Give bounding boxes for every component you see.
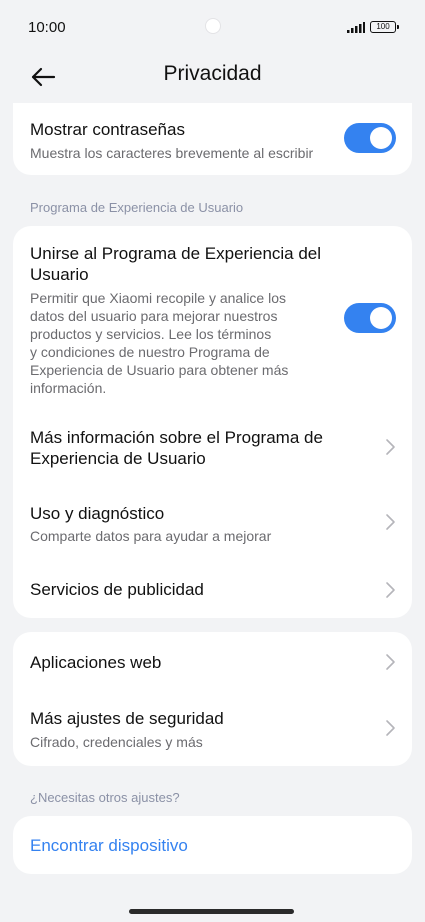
usage-diagnostics-title: Uso y diagnóstico <box>30 504 165 523</box>
signal-icon <box>347 22 365 33</box>
find-device-link[interactable]: Encontrar dispositivo <box>30 836 188 856</box>
join-program-desc-line2: datos del usuario para mejorar nuestros <box>30 308 278 324</box>
misc-card: Aplicaciones web Más ajustes de segurida… <box>13 632 412 766</box>
join-program-title-line2: Usuario <box>30 265 89 284</box>
ad-services-title: Servicios de publicidad <box>30 580 204 599</box>
show-passwords-title: Mostrar contraseñas <box>30 120 185 139</box>
join-program-row[interactable]: Unirse al Programa de Experiencia del Us… <box>13 226 412 402</box>
join-program-desc-line3: productos y servicios. Lee los términos <box>30 326 272 342</box>
chevron-right-icon <box>386 720 395 736</box>
chevron-right-icon <box>386 582 395 598</box>
program-card: Unirse al Programa de Experiencia del Us… <box>13 226 412 618</box>
battery-icon: 100 <box>370 21 399 33</box>
more-security-title: Más ajustes de seguridad <box>30 709 224 728</box>
more-security-subtitle: Cifrado, credenciales y más <box>30 734 203 750</box>
join-program-toggle[interactable] <box>344 303 396 333</box>
join-program-desc-line1: Permitir que Xiaomi recopile y analice l… <box>30 290 286 306</box>
join-program-desc-line6: información. <box>30 380 107 396</box>
usage-diagnostics-subtitle: Comparte datos para ayudar a mejorar <box>30 528 272 544</box>
more-info-title-line2: Experiencia de Usuario <box>30 449 206 468</box>
status-time: 10:00 <box>28 19 66 36</box>
web-apps-row[interactable]: Aplicaciones web <box>13 632 412 692</box>
join-program-title-line1: Unirse al Programa de Experiencia del <box>30 244 322 263</box>
chevron-right-icon <box>386 654 395 670</box>
find-device-row[interactable]: Encontrar dispositivo <box>13 816 412 874</box>
status-bar: 10:00 100 <box>0 0 425 56</box>
chevron-right-icon <box>386 439 395 455</box>
page-title: Privacidad <box>163 62 262 85</box>
show-passwords-subtitle: Muestra los caracteres brevemente al esc… <box>30 145 314 161</box>
toggle-knob <box>370 127 392 149</box>
home-indicator[interactable] <box>129 909 294 914</box>
front-camera <box>205 18 221 34</box>
join-program-desc-line5: Experiencia de Usuario para obtener más <box>30 362 289 378</box>
section-label-program: Programa de Experiencia de Usuario <box>30 200 244 215</box>
section-label-other: ¿Necesitas otros ajustes? <box>30 790 180 805</box>
passwords-card: Mostrar contraseñas Muestra los caracter… <box>13 103 412 175</box>
header: Privacidad <box>0 56 425 104</box>
more-info-row[interactable]: Más información sobre el Programa de Exp… <box>13 414 412 482</box>
join-program-desc-line4: y condiciones de nuestro Programa de <box>30 344 270 360</box>
more-info-title-line1: Más información sobre el Programa de <box>30 428 323 447</box>
chevron-right-icon <box>386 514 395 530</box>
usage-diagnostics-row[interactable]: Uso y diagnóstico Comparte datos para ay… <box>13 490 412 550</box>
more-security-row[interactable]: Más ajustes de seguridad Cifrado, creden… <box>13 696 412 762</box>
show-passwords-row[interactable]: Mostrar contraseñas Muestra los caracter… <box>13 103 412 175</box>
battery-level: 100 <box>376 22 390 31</box>
toggle-knob <box>370 307 392 329</box>
find-device-card: Encontrar dispositivo <box>13 816 412 874</box>
ad-services-row[interactable]: Servicios de publicidad <box>13 564 412 616</box>
web-apps-title: Aplicaciones web <box>30 653 162 672</box>
show-passwords-toggle[interactable] <box>344 123 396 153</box>
